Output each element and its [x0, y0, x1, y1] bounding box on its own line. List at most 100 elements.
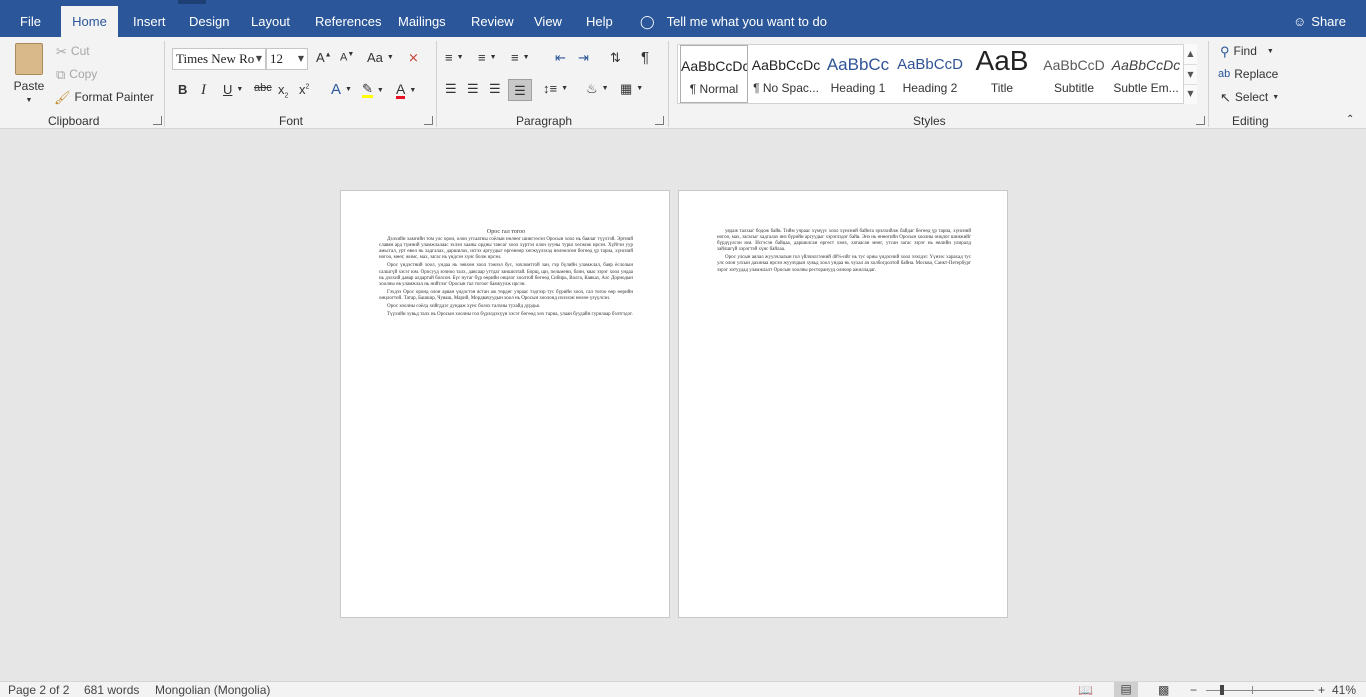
- shrink-font-button[interactable]: A▼: [340, 51, 354, 64]
- bold-button[interactable]: B: [178, 83, 187, 96]
- sort-button[interactable]: ⇅: [610, 51, 621, 64]
- style-title[interactable]: AaB Title: [966, 45, 1038, 103]
- text-effects-button[interactable]: A ▼: [331, 82, 352, 97]
- font-color-button[interactable]: A ▼: [396, 82, 416, 99]
- highlight-button[interactable]: ✎ ▼: [362, 82, 384, 98]
- show-hide-marks-button[interactable]: ¶: [641, 50, 649, 65]
- align-center-button[interactable]: ☰: [467, 82, 479, 95]
- tab-help[interactable]: Help: [578, 6, 621, 37]
- scissors-icon: ✂: [56, 43, 67, 59]
- divider: [164, 41, 165, 127]
- subscript-button[interactable]: x2: [278, 83, 288, 99]
- text-effects-icon: A: [331, 81, 342, 98]
- chevron-down-icon[interactable]: ▼: [1184, 64, 1197, 84]
- italic-button[interactable]: I: [201, 83, 206, 98]
- page-count[interactable]: Page 2 of 2: [8, 683, 69, 697]
- clear-formatting-button[interactable]: ⨯: [408, 51, 419, 64]
- style-name: Heading 2: [902, 81, 958, 95]
- clipboard-launcher-icon[interactable]: [153, 116, 162, 125]
- tab-design[interactable]: Design: [181, 6, 237, 37]
- decrease-indent-button[interactable]: ⇤: [555, 51, 566, 64]
- chevron-up-icon: ⌃: [1346, 114, 1355, 125]
- change-case-icon: Aa: [367, 50, 383, 65]
- style-no-spacing[interactable]: AaBbCcDc ¶ No Spac...: [750, 45, 822, 103]
- find-label: Find: [1233, 44, 1257, 58]
- borders-button[interactable]: ▦ ▼: [620, 82, 643, 95]
- web-layout-icon[interactable]: ▩: [1158, 683, 1169, 697]
- chevron-down-icon: ▼: [297, 54, 304, 63]
- style-sample: AaB: [975, 45, 1029, 76]
- tell-me-box[interactable]: ◯ Tell me what you want to do: [640, 6, 827, 37]
- styles-launcher-icon[interactable]: [1196, 116, 1205, 125]
- style-name: Heading 1: [830, 81, 886, 95]
- align-left-button[interactable]: ☰: [445, 82, 457, 95]
- font-group-label: Font: [279, 114, 304, 128]
- strikethrough-button[interactable]: abc: [254, 83, 272, 94]
- tab-home[interactable]: Home: [61, 6, 118, 37]
- style-heading-2[interactable]: AaBbCcD Heading 2: [894, 45, 966, 103]
- print-layout-icon[interactable]: ▤: [1114, 682, 1138, 697]
- replace-button[interactable]: ab Replace: [1218, 67, 1278, 81]
- superscript-button[interactable]: x2: [299, 83, 309, 96]
- styles-gallery: AaBbCcDc ¶ Normal AaBbCcDc ¶ No Spac... …: [677, 44, 1197, 104]
- numbering-button[interactable]: ≡ ▼: [478, 51, 497, 64]
- select-button[interactable]: ↖ Select ▼: [1220, 90, 1279, 104]
- document-title: Орос гал тогоо: [486, 229, 526, 235]
- underline-button[interactable]: U ▼: [223, 83, 243, 96]
- styles-scroll[interactable]: ▲ ▼ ▼: [1183, 44, 1197, 104]
- format-painter-button[interactable]: 🖌 Format Painter: [54, 90, 154, 104]
- style-heading-1[interactable]: AaBbCc Heading 1: [822, 45, 894, 103]
- zoom-out-icon[interactable]: −: [1190, 683, 1197, 697]
- word-count[interactable]: 681 words: [84, 683, 139, 697]
- multilevel-list-button[interactable]: ≡ ▼: [511, 51, 530, 64]
- bullets-button[interactable]: ≡ ▼: [445, 51, 464, 64]
- page-1-content[interactable]: Орос гал тогоо Дэлхийн хамгийн том улс о…: [379, 229, 633, 320]
- tab-view[interactable]: View: [526, 6, 570, 37]
- document-area[interactable]: Орос гал тогоо Дэлхийн хамгийн том улс о…: [0, 130, 1366, 681]
- line-spacing-button[interactable]: ↕≡ ▼: [543, 82, 568, 95]
- zoom-in-icon[interactable]: +: [1318, 683, 1325, 697]
- style-subtle-emphasis[interactable]: AaBbCcDc Subtle Em...: [1110, 45, 1182, 103]
- style-normal[interactable]: AaBbCcDc ¶ Normal: [680, 45, 748, 103]
- font-launcher-icon[interactable]: [424, 116, 433, 125]
- chevron-down-icon: ▼: [409, 87, 417, 94]
- paste-button[interactable]: Paste ▼: [12, 43, 46, 104]
- chevron-up-icon[interactable]: ▲: [1184, 44, 1197, 64]
- tab-references[interactable]: References: [307, 6, 389, 37]
- tab-review[interactable]: Review: [463, 6, 522, 37]
- title-accent: [178, 0, 206, 4]
- collapse-ribbon-button[interactable]: ⌃: [1346, 115, 1354, 125]
- highlighter-icon: ✎: [362, 81, 373, 98]
- chevron-down-icon: ▼: [636, 85, 644, 92]
- decrease-indent-icon: ⇤: [555, 50, 566, 65]
- cut-button[interactable]: ✂ Cut: [56, 44, 90, 58]
- page-1[interactable]: Орос гал тогоо Дэлхийн хамгийн том улс о…: [340, 190, 670, 618]
- paragraph-launcher-icon[interactable]: [655, 116, 664, 125]
- page-2[interactable]: уядаж талхыг бодож байв. Тийм учраас хүм…: [678, 190, 1008, 618]
- grow-font-button[interactable]: A▲: [316, 51, 332, 64]
- share-button[interactable]: ☺ Share: [1293, 6, 1346, 37]
- tab-file[interactable]: File: [12, 6, 49, 37]
- tab-layout[interactable]: Layout: [243, 6, 298, 37]
- copy-icon: ⧉: [56, 66, 66, 82]
- more-styles-icon[interactable]: ▼: [1184, 84, 1197, 102]
- change-case-button[interactable]: Aa ▼: [367, 51, 394, 64]
- sort-icon: ⇅: [610, 50, 621, 65]
- align-right-button[interactable]: ☰: [489, 82, 501, 95]
- language-indicator[interactable]: Mongolian (Mongolia): [155, 683, 270, 697]
- read-mode-icon[interactable]: 📖: [1078, 683, 1093, 697]
- tab-mailings[interactable]: Mailings: [390, 6, 454, 37]
- tab-insert[interactable]: Insert: [125, 6, 174, 37]
- justify-button[interactable]: ☰: [508, 79, 532, 101]
- shading-button[interactable]: ♨ ▼: [586, 82, 609, 95]
- find-button[interactable]: ⚲ Find ▼: [1220, 44, 1274, 58]
- zoom-slider-thumb[interactable]: [1220, 685, 1224, 695]
- page-2-content[interactable]: уядаж талхыг бодож байв. Тийм учраас хүм…: [717, 229, 971, 276]
- chevron-down-icon: ▼: [345, 86, 352, 93]
- style-subtitle[interactable]: AaBbCcD Subtitle: [1038, 45, 1110, 103]
- zoom-level[interactable]: 41%: [1332, 683, 1356, 697]
- font-family-combo[interactable]: Times New Ro ▼: [172, 48, 266, 70]
- increase-indent-button[interactable]: ⇥: [578, 51, 589, 64]
- font-size-combo[interactable]: 12 ▼: [266, 48, 308, 70]
- copy-button[interactable]: ⧉ Copy: [56, 67, 97, 81]
